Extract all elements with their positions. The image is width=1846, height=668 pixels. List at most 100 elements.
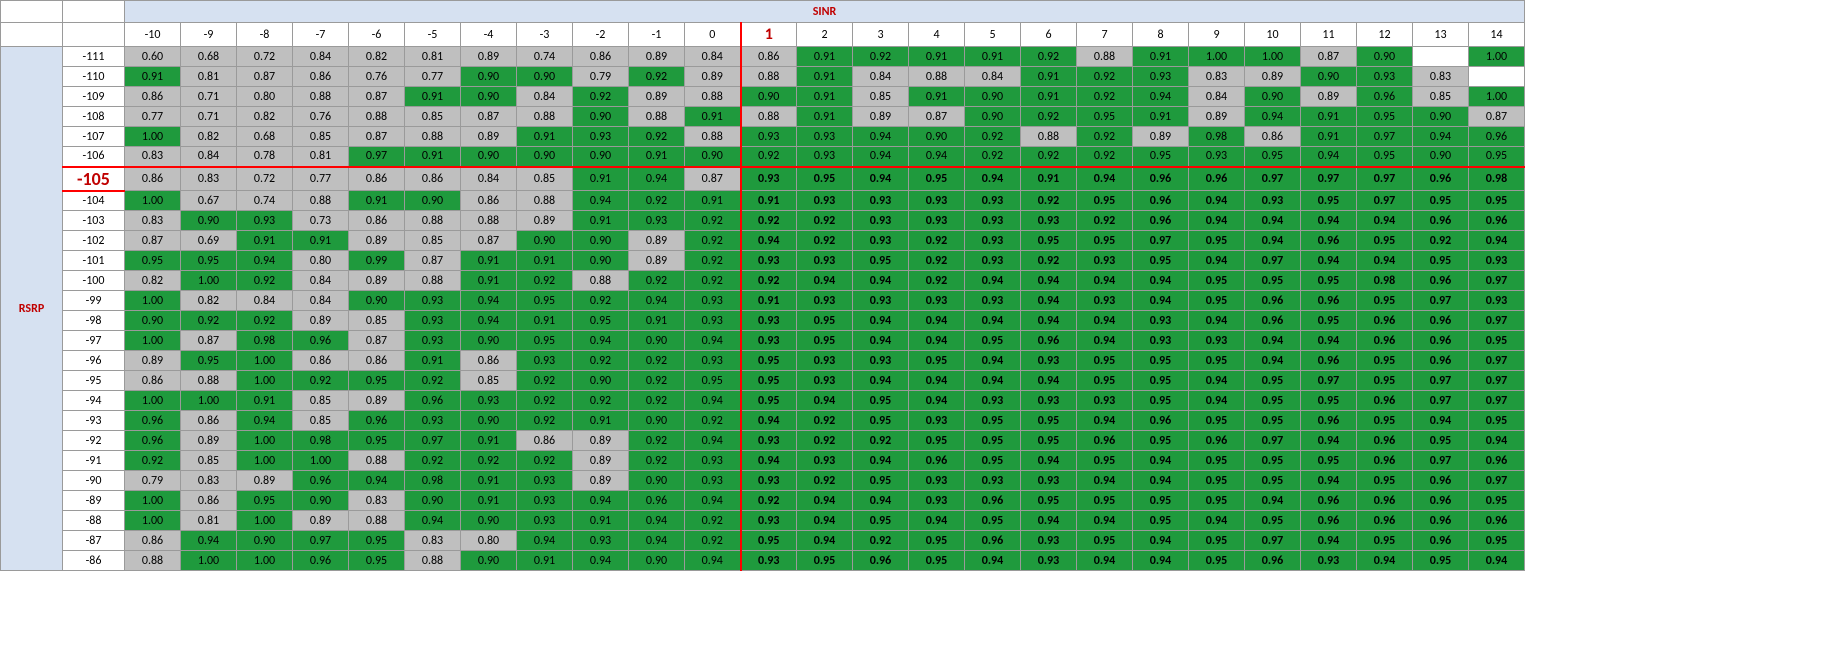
cell-r-86-c-1: 0.90 [629,551,685,571]
cell-r-86-c4: 0.95 [909,551,965,571]
cell-r-107-c9: 0.98 [1189,127,1245,147]
cell-r-91-c2: 0.93 [797,451,853,471]
cell-r-92-c2: 0.92 [797,431,853,451]
cell-r-90-c-2: 0.89 [573,471,629,491]
cell-r-106-c-6: 0.97 [349,147,405,167]
cell-r-94-c-10: 1.00 [125,391,181,411]
cell-r-101-c1: 0.93 [741,251,797,271]
cell-r-95-c-8: 1.00 [237,371,293,391]
cell-r-98-c0: 0.93 [685,311,741,331]
cell-r-101-c14: 0.93 [1469,251,1525,271]
cell-r-99-c-3: 0.95 [517,291,573,311]
cell-r-99-c-8: 0.84 [237,291,293,311]
cell-r-86-c-5: 0.88 [405,551,461,571]
cell-r-98-c5: 0.94 [965,311,1021,331]
cell-r-105-c14: 0.98 [1469,167,1525,191]
cell-r-86-c-6: 0.95 [349,551,405,571]
cell-r-103-c-8: 0.93 [237,211,293,231]
cell-r-96-c-10: 0.89 [125,351,181,371]
cell-r-104-c13: 0.95 [1413,191,1469,211]
cell-r-110-c-8: 0.87 [237,67,293,87]
cell-r-110-c12: 0.93 [1357,67,1413,87]
cell-r-89-c4: 0.93 [909,491,965,511]
cell-r-96-c13: 0.96 [1413,351,1469,371]
cell-r-90-c0: 0.93 [685,471,741,491]
cell-r-97-c3: 0.94 [853,331,909,351]
cell-r-109-c-6: 0.87 [349,87,405,107]
cell-r-96-c11: 0.96 [1301,351,1357,371]
cell-r-108-c14: 0.87 [1469,107,1525,127]
cell-r-107-c12: 0.97 [1357,127,1413,147]
cell-r-111-c12: 0.90 [1357,47,1413,67]
cell-r-87-c1: 0.95 [741,531,797,551]
sinr-col-2: 2 [797,23,853,47]
cell-r-92-c-10: 0.96 [125,431,181,451]
sinr-col--9: -9 [181,23,237,47]
cell-r-87-c0: 0.92 [685,531,741,551]
cell-r-110-c9: 0.83 [1189,67,1245,87]
cell-r-100-c11: 0.95 [1301,271,1357,291]
cell-r-89-c3: 0.94 [853,491,909,511]
cell-r-95-c8: 0.95 [1133,371,1189,391]
cell-r-89-c2: 0.94 [797,491,853,511]
cell-r-88-c-8: 1.00 [237,511,293,531]
cell-r-91-c-9: 0.85 [181,451,237,471]
cell-r-94-c13: 0.97 [1413,391,1469,411]
cell-r-101-c-6: 0.99 [349,251,405,271]
cell-r-91-c-10: 0.92 [125,451,181,471]
cell-r-97-c4: 0.94 [909,331,965,351]
cell-r-101-c-3: 0.91 [517,251,573,271]
cell-r-86-c5: 0.94 [965,551,1021,571]
cell-r-86-c-3: 0.91 [517,551,573,571]
cell-r-105-c-10: 0.86 [125,167,181,191]
cell-r-100-c-3: 0.92 [517,271,573,291]
cell-r-104-c3: 0.93 [853,191,909,211]
cell-r-95-c12: 0.95 [1357,371,1413,391]
cell-r-92-c-1: 0.92 [629,431,685,451]
cell-r-102-c-1: 0.89 [629,231,685,251]
cell-r-95-c-3: 0.92 [517,371,573,391]
cell-r-104-c5: 0.93 [965,191,1021,211]
cell-r-87-c-4: 0.80 [461,531,517,551]
cell-r-87-c-3: 0.94 [517,531,573,551]
cell-r-89-c-1: 0.96 [629,491,685,511]
cell-r-96-c2: 0.93 [797,351,853,371]
cell-r-108-c10: 0.94 [1245,107,1301,127]
cell-r-103-c-4: 0.88 [461,211,517,231]
cell-r-107-c14: 0.96 [1469,127,1525,147]
cell-r-101-c7: 0.93 [1077,251,1133,271]
cell-r-105-c-6: 0.86 [349,167,405,191]
cell-r-109-c-3: 0.84 [517,87,573,107]
cell-r-104-c6: 0.92 [1021,191,1077,211]
cell-r-103-c8: 0.96 [1133,211,1189,231]
cell-r-100-c12: 0.98 [1357,271,1413,291]
cell-r-111-c-2: 0.86 [573,47,629,67]
cell-r-99-c9: 0.95 [1189,291,1245,311]
cell-r-91-c14: 0.96 [1469,451,1525,471]
cell-r-111-c14: 1.00 [1469,47,1525,67]
cell-r-97-c-5: 0.93 [405,331,461,351]
cell-r-92-c-5: 0.97 [405,431,461,451]
cell-r-97-c-1: 0.90 [629,331,685,351]
cell-r-89-c12: 0.96 [1357,491,1413,511]
cell-r-110-c-6: 0.76 [349,67,405,87]
cell-r-94-c-7: 0.85 [293,391,349,411]
cell-r-92-c-4: 0.91 [461,431,517,451]
cell-r-93-c-5: 0.93 [405,411,461,431]
cell-r-88-c-9: 0.81 [181,511,237,531]
cell-r-111-c7: 0.88 [1077,47,1133,67]
cell-r-91-c12: 0.96 [1357,451,1413,471]
rsrp-row--92: -92 [63,431,125,451]
cell-r-104-c4: 0.93 [909,191,965,211]
sinr-header: SINR [125,1,1525,23]
cell-r-95-c6: 0.94 [1021,371,1077,391]
cell-r-87-c-8: 0.90 [237,531,293,551]
cell-r-97-c7: 0.94 [1077,331,1133,351]
cell-r-92-c11: 0.94 [1301,431,1357,451]
cell-r-96-c9: 0.95 [1189,351,1245,371]
cell-r-101-c-7: 0.80 [293,251,349,271]
cell-r-108-c5: 0.90 [965,107,1021,127]
cell-r-102-c-7: 0.91 [293,231,349,251]
cell-r-88-c14: 0.96 [1469,511,1525,531]
cell-r-103-c-1: 0.93 [629,211,685,231]
